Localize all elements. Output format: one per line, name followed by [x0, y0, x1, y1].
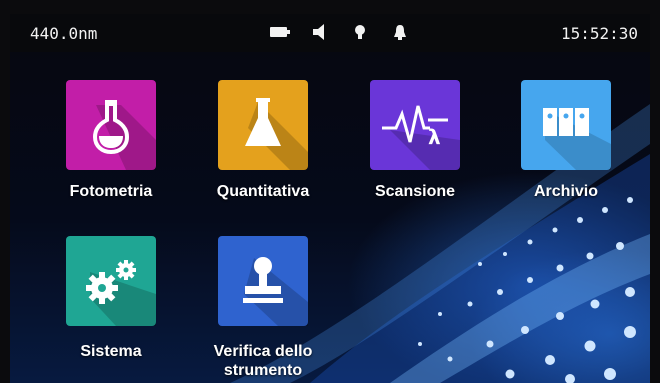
sistema-label: Sistema: [80, 343, 142, 360]
stamp-icon: [243, 257, 308, 326]
device-bezel: 440.0nm 15:52:30 Fotometria Quantitativa…: [0, 0, 660, 383]
flask-icon: [92, 100, 156, 170]
waveform-lambda-icon: λ: [382, 105, 460, 170]
battery-icon: [270, 22, 290, 42]
binders-icon: [543, 108, 611, 170]
archivio-label: Archivio: [533, 183, 598, 200]
sistema-tile[interactable]: [66, 236, 156, 326]
speaker-icon: [310, 22, 330, 42]
status-bar: 440.0nm 15:52:30: [10, 14, 650, 52]
scansione-tile[interactable]: λ: [370, 80, 460, 170]
bell-icon: [390, 22, 410, 42]
verifica-label-line1: Verifica dello: [213, 343, 313, 360]
lamp-icon: [350, 22, 370, 42]
quantitativa-label: Quantitativa: [216, 183, 310, 200]
clock: 15:52:30: [560, 24, 638, 43]
beaker-icon: [245, 98, 308, 170]
verifica-label-line2: strumento: [223, 362, 303, 379]
scansione-label: Scansione: [374, 183, 456, 200]
verifica-label: Verifica dello strumento: [188, 342, 338, 380]
svg-text:λ: λ: [428, 125, 441, 149]
fotometria-label: Fotometria: [69, 183, 153, 200]
fotometria-tile[interactable]: [66, 80, 156, 170]
gears-icon: [86, 260, 156, 326]
wavelength-readout: 440.0nm: [30, 24, 98, 43]
quantitativa-tile[interactable]: [218, 80, 308, 170]
screen: 440.0nm 15:52:30 Fotometria Quantitativa…: [10, 14, 650, 383]
verifica-tile[interactable]: [218, 236, 308, 326]
archivio-tile[interactable]: [521, 80, 611, 170]
status-icons: [270, 22, 410, 42]
